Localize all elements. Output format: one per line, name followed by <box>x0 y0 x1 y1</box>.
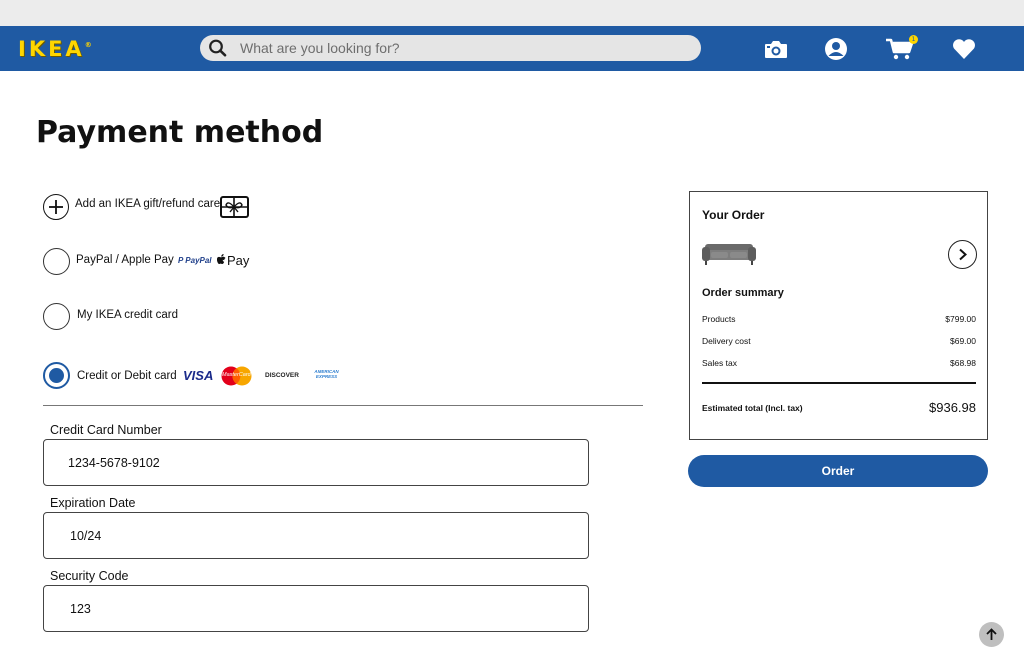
sales-tax-value: $68.98 <box>950 358 976 368</box>
paypal-logo: P PayPal <box>178 256 212 265</box>
browser-top-strip <box>0 0 1024 26</box>
apple-pay-logo: Pay <box>216 253 250 268</box>
products-label: Products <box>702 314 736 324</box>
chevron-right-icon <box>959 248 967 261</box>
gift-card-icon <box>220 196 249 218</box>
paypal-label[interactable]: PayPal / Apple Pay <box>76 254 174 266</box>
ikea-logo[interactable]: IKEA® <box>18 37 92 61</box>
sofa-product-image <box>702 244 756 265</box>
ikea-credit-label[interactable]: My IKEA credit card <box>77 309 178 321</box>
card-label[interactable]: Credit or Debit card <box>77 370 177 382</box>
apple-icon <box>216 254 226 264</box>
products-value: $799.00 <box>945 314 976 324</box>
expiration-label: Expiration Date <box>50 496 136 510</box>
account-icon[interactable] <box>823 37 849 61</box>
order-button[interactable]: Order <box>688 455 988 487</box>
discover-logo: DISCOVER <box>265 372 299 379</box>
security-code-field[interactable] <box>43 585 589 632</box>
add-gift-card-button[interactable] <box>43 194 69 220</box>
sales-tax-label: Sales tax <box>702 358 737 368</box>
cart-count-badge: 1 <box>909 35 918 44</box>
brand-name: IKEA <box>18 37 85 61</box>
security-code-label: Security Code <box>50 569 129 583</box>
arrow-up-icon <box>986 628 997 640</box>
order-summary-card: Your Order Order summary Products $799.0… <box>689 191 988 440</box>
card-number-label: Credit Card Number <box>50 423 162 437</box>
total-value: $936.98 <box>929 400 976 415</box>
amex-logo: AMERICAN EXPRESS <box>314 369 339 379</box>
delivery-label: Delivery cost <box>702 336 751 346</box>
card-number-input[interactable] <box>68 453 568 473</box>
expiration-field[interactable] <box>43 512 589 559</box>
top-navbar: IKEA® 1 <box>0 26 1024 71</box>
heart-icon[interactable] <box>951 37 977 61</box>
ikea-credit-radio[interactable] <box>43 303 70 330</box>
page-title: Payment method <box>36 115 324 150</box>
order-summary-title: Order summary <box>702 287 784 299</box>
apple-pay-text: Pay <box>227 253 250 268</box>
order-details-button[interactable] <box>948 240 977 269</box>
camera-icon[interactable] <box>763 37 789 61</box>
card-radio-selected[interactable] <box>43 362 70 389</box>
delivery-value: $69.00 <box>950 336 976 346</box>
expiration-input[interactable] <box>70 526 570 546</box>
mastercard-logo: MasterCard <box>220 366 253 386</box>
search-input[interactable] <box>240 38 680 58</box>
security-code-input[interactable] <box>70 599 570 619</box>
visa-logo: VISA <box>183 368 214 383</box>
card-number-field[interactable] <box>43 439 589 486</box>
mastercard-text: MasterCard <box>222 372 251 378</box>
search-icon <box>209 39 227 57</box>
search-bar[interactable] <box>200 35 701 61</box>
gift-card-label[interactable]: Add an IKEA gift/refund care <box>75 198 220 210</box>
total-label: Estimated total (Incl. tax) <box>702 403 803 413</box>
section-divider <box>43 405 643 406</box>
plus-icon <box>49 200 63 214</box>
scroll-to-top-button[interactable] <box>979 622 1004 647</box>
total-divider <box>702 382 976 384</box>
paypal-radio[interactable] <box>43 248 70 275</box>
your-order-title: Your Order <box>702 208 765 222</box>
paypal-logo-text: PayPal <box>185 256 212 265</box>
